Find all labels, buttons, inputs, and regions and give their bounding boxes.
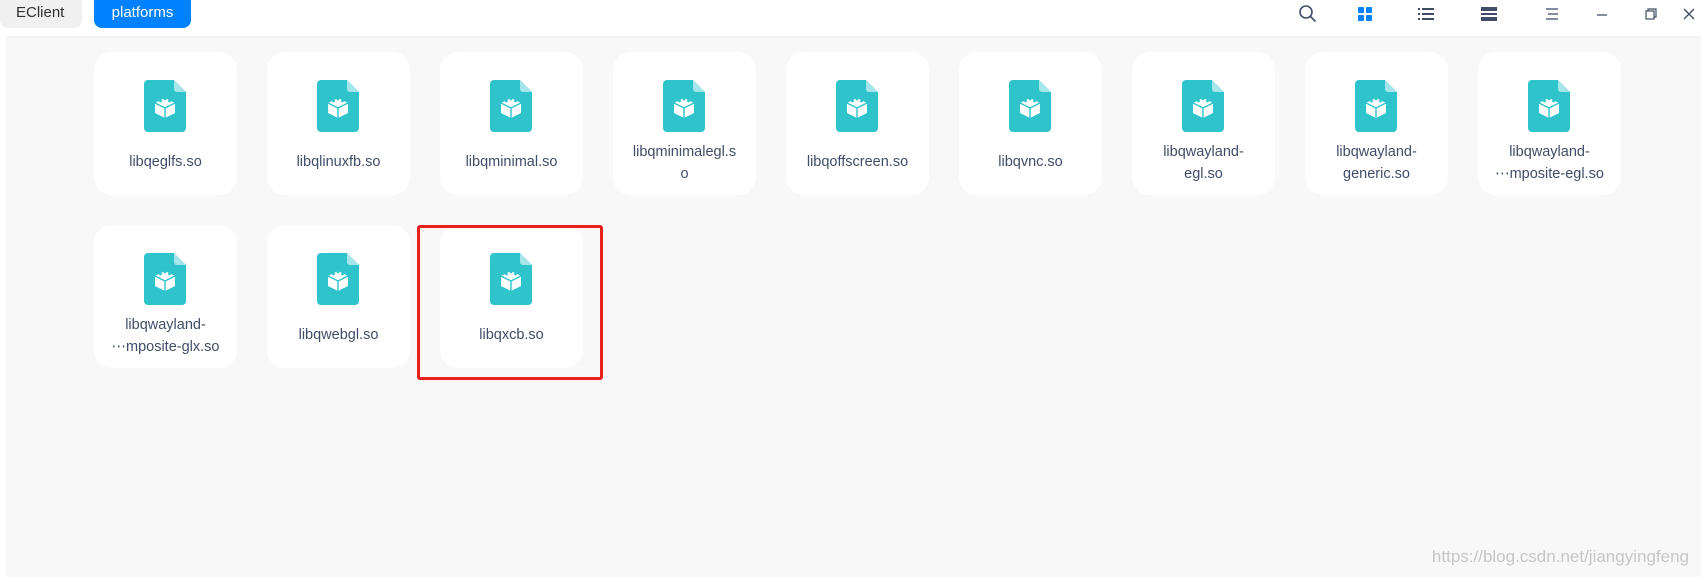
file-name: libqwebgl.so	[298, 327, 379, 343]
file-name: libqwayland-egl.so	[1163, 144, 1244, 182]
close-icon[interactable]	[1682, 2, 1701, 26]
file-item[interactable]: libqminimalegl.s o	[613, 52, 756, 195]
shared-library-file-icon	[490, 80, 532, 132]
file-item[interactable]: libqwayland- ⋯mposite-egl.so	[1478, 52, 1621, 195]
menu-icon[interactable]	[1540, 2, 1564, 26]
file-item[interactable]: libqeglfs.so	[94, 52, 237, 195]
shared-library-file-icon	[1009, 80, 1051, 132]
sidebar-edge	[0, 36, 6, 577]
minimize-icon[interactable]	[1590, 2, 1614, 26]
file-item[interactable]: libqxcb.so	[440, 225, 583, 368]
shared-library-file-icon	[144, 80, 186, 132]
shared-library-file-icon	[1528, 80, 1570, 132]
title-bar: EClient platforms	[0, 0, 1701, 36]
file-name: libqeglfs.so	[129, 154, 202, 170]
file-name: libqxcb.so	[479, 327, 544, 343]
watermark: https://blog.csdn.net/jiangyingfeng	[1431, 547, 1689, 566]
file-item[interactable]: libqwebgl.so	[267, 225, 410, 368]
file-name: libqvnc.so	[998, 154, 1063, 170]
detail-view-icon[interactable]	[1477, 2, 1501, 26]
maximize-icon[interactable]	[1639, 2, 1663, 26]
icon-view-icon[interactable]	[1353, 2, 1377, 26]
shared-library-file-icon	[1355, 80, 1397, 132]
file-name: libqoffscreen.so	[806, 154, 909, 170]
file-item[interactable]: libqwayland-egl.so	[1132, 52, 1275, 195]
file-item[interactable]: libqlinuxfb.so	[267, 52, 410, 195]
file-name: libqlinuxfb.so	[296, 154, 381, 170]
file-item[interactable]: libqwayland- ⋯mposite-glx.so	[94, 225, 237, 368]
shared-library-file-icon	[144, 253, 186, 305]
file-item[interactable]: libqwayland-generic.so	[1305, 52, 1448, 195]
shared-library-file-icon	[317, 253, 359, 305]
file-item[interactable]: libqvnc.so	[959, 52, 1102, 195]
shared-library-file-icon	[1182, 80, 1224, 132]
list-view-icon[interactable]	[1414, 2, 1438, 26]
file-item[interactable]: libqminimal.so	[440, 52, 583, 195]
breadcrumb-item-eclient[interactable]: EClient	[0, 0, 82, 28]
file-name: libqwayland- ⋯mposite-egl.so	[1495, 144, 1604, 182]
file-name: libqwayland-generic.so	[1336, 144, 1417, 182]
file-name: libqwayland- ⋯mposite-glx.so	[111, 317, 220, 355]
shared-library-file-icon	[836, 80, 878, 132]
shared-library-file-icon	[317, 80, 359, 132]
search-icon[interactable]	[1296, 2, 1320, 26]
file-name: libqminimal.so	[465, 154, 558, 170]
shared-library-file-icon	[490, 253, 532, 305]
shared-library-file-icon	[663, 80, 705, 132]
breadcrumb-item-platforms[interactable]: platforms	[94, 0, 191, 28]
file-item[interactable]: libqoffscreen.so	[786, 52, 929, 195]
file-name: libqminimalegl.s o	[632, 144, 737, 182]
